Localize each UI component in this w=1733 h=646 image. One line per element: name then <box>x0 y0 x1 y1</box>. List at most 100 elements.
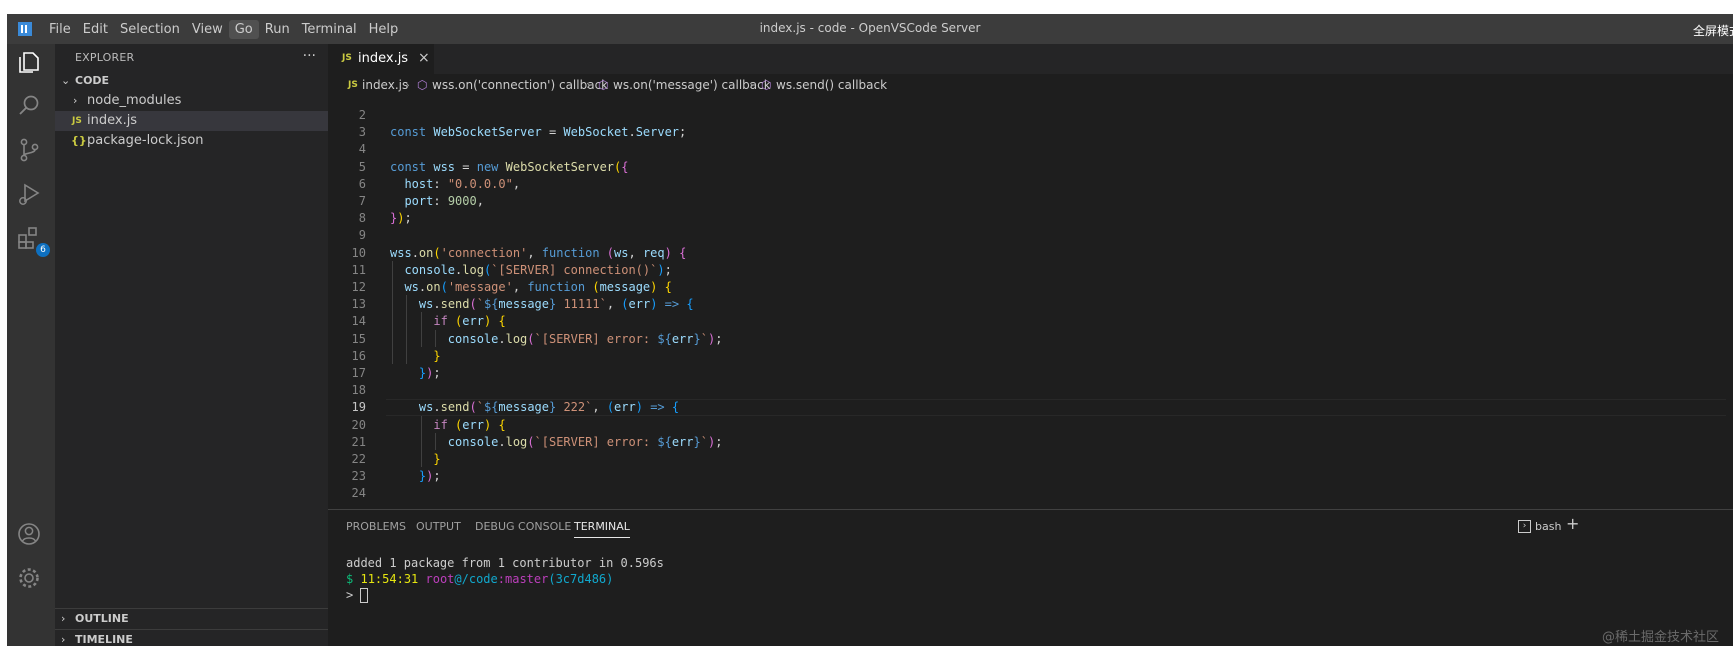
explorer-sidebar: EXPLORER ··· ⌄ CODE › node_modules JS in… <box>55 44 328 646</box>
timeline-section-header[interactable]: › TIMELINE <box>55 630 328 646</box>
chevron-right-icon: › <box>61 612 66 625</box>
tree-item-index-js[interactable]: JS index.js <box>55 111 328 131</box>
line-number: 14 <box>351 314 366 329</box>
code-line[interactable]: ws.send(`${message} 222`, (err) => { <box>390 400 679 414</box>
manage-activity[interactable] <box>15 564 47 596</box>
source-control-activity[interactable] <box>15 136 47 168</box>
line-number: 2 <box>358 108 366 122</box>
source-control-icon <box>20 138 39 162</box>
more-actions-button[interactable]: ··· <box>303 48 316 64</box>
menu-help[interactable]: Help <box>363 20 405 39</box>
code-line[interactable]: }); <box>390 469 441 483</box>
line-number: 23 <box>351 469 366 484</box>
tab-debug-console[interactable]: DEBUG CONSOLE <box>475 520 571 533</box>
menu-edit[interactable]: Edit <box>77 20 114 39</box>
prompt-time: 11:54:31 <box>360 572 419 586</box>
accounts-activity[interactable] <box>15 520 47 552</box>
js-file-icon: JS <box>72 116 82 126</box>
title-bar: File Edit Selection View Go Run Terminal… <box>7 14 1733 44</box>
extensions-badge: 6 <box>36 243 50 257</box>
code-line[interactable]: ws.send(`${message} 11111`, (err) => { <box>390 297 694 311</box>
folder-name: CODE <box>75 74 110 87</box>
run-debug-icon <box>19 183 40 205</box>
line-number: 21 <box>351 434 366 449</box>
prompt-commit: (3c7d486) <box>548 572 614 586</box>
code-line[interactable]: const wss = new WebSocketServer({ <box>390 160 629 174</box>
search-activity[interactable] <box>15 92 47 124</box>
add-terminal-button[interactable]: + <box>1566 514 1579 533</box>
prompt-symbol: $ <box>346 572 354 586</box>
breadcrumb-connection-callback[interactable]: wss.on('connection') callback <box>432 74 608 96</box>
folder-header-code[interactable]: ⌄ CODE <box>55 71 328 91</box>
breadcrumb-message-callback[interactable]: ws.on('message') callback <box>613 74 771 96</box>
indent-guide <box>406 295 408 364</box>
search-icon <box>19 95 39 115</box>
menu-terminal[interactable]: Terminal <box>296 20 363 39</box>
terminal-prompt-line: $ 11:54:31 root@/code:master(3c7d486) <box>346 572 613 586</box>
line-number: 24 <box>351 486 366 501</box>
line-number: 19 <box>351 400 366 415</box>
sidebar-title: EXPLORER <box>75 51 135 64</box>
extensions-activity[interactable]: 6 <box>15 224 50 257</box>
method-icon: ⬡ <box>417 78 428 92</box>
tab-terminal[interactable]: TERMINAL <box>574 520 630 538</box>
js-file-icon: JS <box>342 53 352 63</box>
code-line[interactable]: const WebSocketServer = WebSocket.Server… <box>390 125 686 139</box>
code-line[interactable]: port: 9000, <box>390 194 484 208</box>
method-icon: ⬡ <box>598 78 609 92</box>
menu-selection[interactable]: Selection <box>114 20 186 39</box>
line-number: 16 <box>351 348 366 363</box>
explorer-activity[interactable] <box>15 48 47 80</box>
watermark: @稀土掘金技术社区 <box>1601 630 1719 645</box>
code-line[interactable]: } <box>390 452 440 466</box>
method-icon: ⬡ <box>761 78 772 92</box>
line-number: 17 <box>351 366 366 380</box>
chevron-right-icon: › <box>405 78 410 92</box>
code-line[interactable]: if (err) { <box>390 418 505 432</box>
code-line[interactable]: host: "0.0.0.0", <box>390 177 520 191</box>
prompt-branch: :master <box>497 572 549 586</box>
tab-problems[interactable]: PROBLEMS <box>346 520 406 533</box>
menu-file[interactable]: File <box>43 20 77 39</box>
breadcrumb-send-callback[interactable]: ws.send() callback <box>776 74 887 96</box>
code-line[interactable]: console.log(`[SERVER] error: ${err}`); <box>390 435 723 449</box>
indent-guide <box>392 260 393 364</box>
code-line[interactable]: } <box>390 349 440 363</box>
code-line[interactable]: }); <box>390 211 412 225</box>
menu-run[interactable]: Run <box>259 20 296 39</box>
menu-go[interactable]: Go <box>228 19 259 39</box>
code-editor[interactable]: 2 3 4 5 6 7 8 9 10 11 12 13 14 15 16 17 18 19 20 21 22 23 24 c… <box>328 96 1733 509</box>
line-number: 3 <box>358 125 366 140</box>
editor-tab-bar: JS index.js × <box>328 44 1733 74</box>
app-logo-icon[interactable] <box>17 21 33 37</box>
terminal-output-line: added 1 package from 1 contributor in 0.… <box>346 556 664 570</box>
menu-view[interactable]: View <box>186 20 229 39</box>
indent-guide <box>435 432 437 450</box>
code-line[interactable]: }); <box>390 366 441 380</box>
code-line[interactable]: ws.on('message', function (message) { <box>390 280 671 294</box>
tab-index-js[interactable]: JS index.js × <box>328 44 434 74</box>
code-line[interactable]: console.log(`[SERVER] error: ${err}`); <box>390 332 723 346</box>
tree-item-package-lock[interactable]: {} package-lock.json <box>55 131 328 151</box>
run-debug-activity[interactable] <box>15 180 47 212</box>
line-number: 15 <box>351 331 366 346</box>
terminal-input-line[interactable]: > <box>346 588 369 603</box>
chevron-right-icon: › <box>73 94 78 107</box>
json-file-icon: {} <box>71 134 87 147</box>
tree-item-label: node_modules <box>87 93 182 108</box>
code-line[interactable]: console.log(`[SERVER] connection()`); <box>390 263 671 277</box>
line-number: 7 <box>358 194 366 208</box>
close-icon[interactable]: × <box>418 50 430 66</box>
tab-output[interactable]: OUTPUT <box>416 520 461 533</box>
line-number: 12 <box>351 280 366 294</box>
breadcrumb-file[interactable]: index.js <box>362 74 408 96</box>
line-number: 5 <box>358 159 366 174</box>
terminal-icon: › <box>1518 520 1531 533</box>
tree-item-node-modules[interactable]: › node_modules <box>55 91 328 111</box>
code-line[interactable]: wss.on('connection', function (ws, req) … <box>390 246 686 260</box>
shell-selector[interactable]: bash <box>1535 520 1561 533</box>
fullscreen-label[interactable]: 全屏模式 <box>1693 22 1733 39</box>
outline-section-header[interactable]: › OUTLINE <box>55 609 328 629</box>
gear-icon <box>19 568 39 588</box>
line-number: 20 <box>351 417 366 432</box>
